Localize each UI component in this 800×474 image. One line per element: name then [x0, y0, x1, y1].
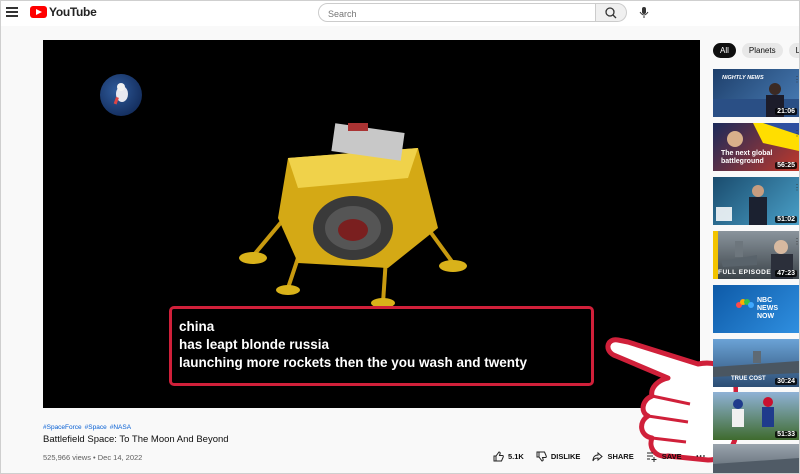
save-button[interactable]: SAVE [646, 451, 682, 462]
recommended-thumbnail[interactable]: 51:33 [713, 392, 799, 440]
play-logo-icon [30, 6, 47, 18]
recommended-thumbnail[interactable]: 51:02 [713, 177, 799, 225]
recommended-thumbnail[interactable]: NBC NEWS NOW [713, 285, 799, 333]
caption-line: china [179, 319, 215, 334]
caption-line: has leapt blonde russia [179, 337, 330, 352]
share-button[interactable]: SHARE [592, 451, 634, 462]
astronaut-icon [113, 83, 128, 105]
filter-chips: All Planets List [713, 43, 800, 58]
more-options-icon[interactable]: ⋮ [793, 237, 800, 246]
chip-all[interactable]: All [713, 43, 736, 58]
more-options-icon[interactable]: ⋮ [793, 129, 800, 138]
microphone-icon[interactable] [636, 3, 652, 22]
hashtag-list: #SpaceForce #Space #NASA [43, 424, 134, 431]
caption-line: launching more rockets then the you wash… [179, 355, 528, 370]
brand-name: YouTube [49, 5, 97, 19]
video-duration: 21:06 [775, 108, 797, 115]
search-button[interactable] [596, 3, 627, 22]
channel-watermark [100, 74, 142, 116]
recommended-thumbnail[interactable]: The next global battleground 56:25 [713, 123, 799, 171]
more-options-icon[interactable]: ⋮ [793, 75, 800, 84]
search-box[interactable] [318, 3, 596, 22]
hashtag-link[interactable]: #NASA [110, 424, 131, 431]
recommended-thumbnail[interactable]: NIGHTLY NEWS 21:06 [713, 69, 799, 117]
thumbs-up-icon [493, 451, 504, 462]
chip-list[interactable]: List [788, 43, 800, 58]
share-arrow-icon [592, 451, 604, 462]
hashtag-link[interactable]: #Space [85, 424, 107, 431]
dislike-label: DISLIKE [550, 452, 581, 461]
search-input[interactable] [319, 6, 588, 19]
recommended-thumbnail[interactable]: TRUE COST 30:24 [713, 339, 799, 387]
more-actions-icon[interactable]: ⋯ [696, 451, 706, 462]
like-button[interactable]: 5.1K [493, 451, 524, 462]
thumbnail-label: TRUE COST [731, 376, 766, 382]
recommended-thumbnail[interactable]: FULL EPISODE 47:23 [713, 231, 799, 279]
thumbnail-label: NBC NEWS NOW [757, 297, 778, 320]
hashtag-link[interactable]: #SpaceForce [43, 424, 82, 431]
recommended-thumbnail[interactable] [713, 444, 799, 474]
ship-image [713, 458, 799, 474]
thumbs-down-icon [536, 451, 547, 462]
search-icon [605, 7, 617, 19]
action-bar: 5.1K DISLIKE SHARE SAVE ⋯ [493, 451, 706, 462]
thumbnail-label: FULL EPISODE [718, 269, 772, 276]
video-duration: 47:23 [775, 270, 797, 277]
caption-box: china has leapt blonde russia launching … [169, 306, 594, 386]
youtube-logo[interactable]: YouTube [30, 5, 97, 19]
chip-planets[interactable]: Planets [741, 43, 783, 58]
add-to-playlist-icon [646, 452, 657, 462]
video-duration: 51:33 [775, 431, 797, 438]
video-duration: 30:24 [775, 378, 797, 385]
hamburger-menu-icon[interactable] [6, 7, 18, 17]
video-title: Battlefield Space: To The Moon And Beyon… [43, 434, 229, 445]
share-label: SHARE [607, 452, 634, 461]
views-and-date: 525,966 views • Dec 14, 2022 [43, 453, 143, 462]
masthead: YouTube [0, 0, 800, 26]
save-label: SAVE [661, 452, 682, 461]
dislike-button[interactable]: DISLIKE [536, 451, 581, 462]
video-duration: 51:02 [775, 216, 797, 223]
more-options-icon[interactable]: ⋮ [793, 183, 800, 192]
video-duration: 56:25 [775, 162, 797, 169]
like-count: 5.1K [508, 452, 524, 461]
lunar-lander-image [239, 123, 467, 308]
